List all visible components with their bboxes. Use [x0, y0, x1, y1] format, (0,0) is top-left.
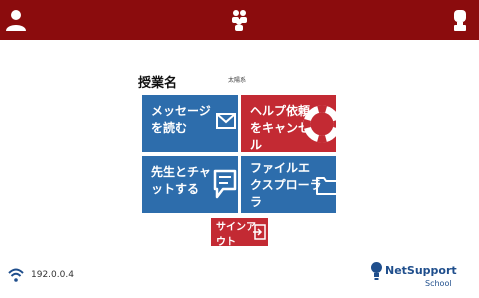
chat-icon: [213, 169, 237, 199]
ip-address: 192.0.0.4: [31, 270, 74, 280]
cancel-help-request-button[interactable]: ヘルプ依頼 をキャンセ ル: [241, 95, 336, 152]
file-explorer-button[interactable]: ファイルエ クスプローラ ラ: [241, 156, 336, 213]
group-icon[interactable]: [227, 8, 251, 32]
class-label: 授業名: [138, 76, 178, 91]
cancel-help-request-label: ヘルプ依頼 をキャンセ ル: [250, 104, 311, 152]
lightbulb-icon: [371, 262, 382, 280]
wifi-icon: [8, 268, 24, 282]
brand-name: NetSupport: [385, 264, 457, 277]
brand-sub: School: [425, 279, 452, 288]
user-icon[interactable]: [4, 8, 28, 32]
chat-with-teacher-label: 先生とチャ ットする: [151, 165, 211, 196]
read-message-button[interactable]: メッセージ を読む: [142, 95, 238, 152]
sign-out-button[interactable]: サインア ウト: [211, 218, 268, 246]
sign-out-label: サインア ウト: [216, 222, 256, 246]
raise-hand-icon[interactable]: [448, 8, 472, 32]
folder-icon: [316, 177, 336, 195]
netsupport-school-logo: NetSupport School: [370, 261, 466, 291]
file-explorer-label: ファイルエ クスプローラ ラ: [250, 161, 322, 209]
chat-with-teacher-button[interactable]: 先生とチャ ットする: [142, 156, 238, 213]
sign-out-icon: [253, 224, 266, 240]
class-name: 太陽系: [228, 77, 247, 84]
read-message-label: メッセージ を読む: [151, 104, 211, 135]
lifebuoy-icon: [303, 105, 336, 143]
top-bar: [0, 0, 479, 40]
envelope-icon: [216, 113, 236, 129]
